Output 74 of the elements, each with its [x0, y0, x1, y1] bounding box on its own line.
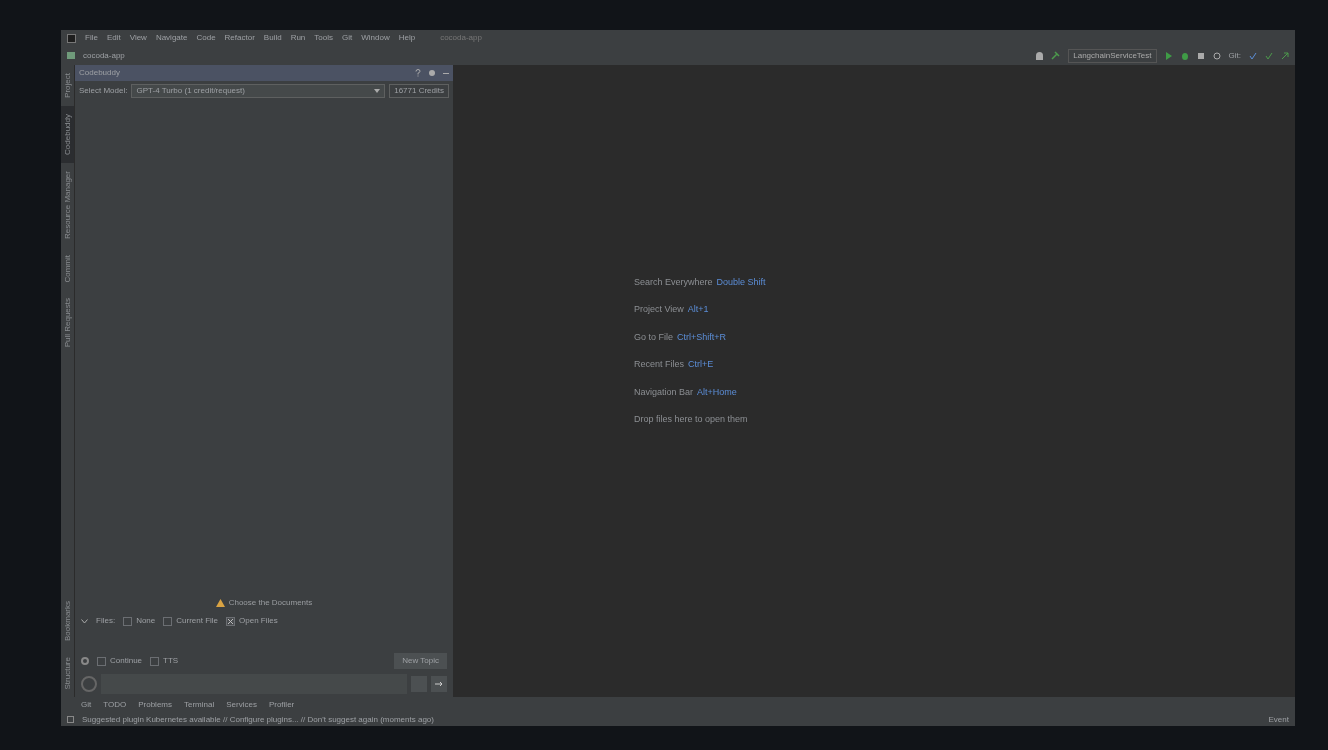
hint-label: Recent Files: [634, 358, 685, 371]
shortcut-text: Double Shift: [716, 275, 766, 289]
tool-window-button[interactable]: Git: [81, 699, 92, 711]
arrow-icon: [435, 681, 443, 687]
tool-window-tab[interactable]: Structure: [61, 648, 74, 697]
run-icon[interactable]: [1164, 51, 1173, 60]
hint-label: Navigation Bar: [634, 385, 694, 399]
breadcrumb[interactable]: cocoda-app: [83, 49, 125, 62]
tool-window-tab[interactable]: Bookmarks: [61, 592, 74, 649]
checkbox[interactable]: [97, 656, 106, 666]
menu-item[interactable]: Navigate: [155, 32, 188, 44]
credits-label: 16771 Credits: [389, 84, 449, 98]
menu-item[interactable]: Edit: [106, 32, 121, 44]
checkbox[interactable]: [163, 616, 173, 626]
status-icon: [67, 716, 74, 723]
shortcut-text: Alt+Home: [697, 385, 737, 399]
tool-window-button[interactable]: Terminal: [184, 699, 215, 711]
menu-item[interactable]: Run: [290, 32, 306, 44]
panel-title: Codebuddy: [79, 67, 121, 79]
tool-window-tab[interactable]: Codebuddy: [61, 105, 74, 163]
checkbox-label: Open Files: [239, 615, 278, 627]
tool-window-tab[interactable]: Commit: [61, 246, 74, 291]
hint-label: Project View: [634, 303, 684, 316]
user-icon[interactable]: [1036, 51, 1044, 60]
checkbox-label: Continue: [110, 655, 143, 667]
menu-item[interactable]: View: [129, 32, 147, 44]
bug-icon[interactable]: [1180, 51, 1189, 60]
menu-item[interactable]: Help: [398, 32, 416, 44]
status-message: Suggested plugin Kubernetes available // Configure plugins... // Don't suggest again (moments ago): [82, 713, 435, 726]
minimize-icon[interactable]: [443, 72, 449, 74]
menu-item[interactable]: File: [85, 32, 98, 44]
checkbox[interactable]: [150, 656, 160, 666]
hint-label: Go to File: [634, 330, 673, 344]
model-dropdown[interactable]: GPT-4 Turbo (1 credit/request): [131, 84, 386, 98]
tool-window-button[interactable]: Problems: [138, 699, 172, 711]
checkbox[interactable]: [123, 616, 133, 626]
warning-icon: [215, 599, 225, 607]
menu-item[interactable]: Git: [342, 32, 353, 44]
hammer-icon[interactable]: [1051, 51, 1061, 60]
hint-label: Drop files here to open them: [634, 413, 748, 426]
chevron-icon[interactable]: [81, 618, 88, 624]
tool-window-tab[interactable]: Project: [61, 65, 74, 106]
shortcut-text: Alt+1: [687, 303, 709, 316]
tool-window-button[interactable]: TODO: [103, 699, 127, 711]
caret-icon: [374, 89, 381, 93]
shortcut-text: Ctrl+Shift+R: [677, 330, 727, 344]
tool-window-button[interactable]: Profiler: [268, 699, 295, 711]
checkbox-label: Current File: [176, 615, 219, 627]
shortcut-text: Ctrl+E: [688, 358, 714, 371]
menu-item[interactable]: Refactor: [224, 32, 255, 44]
new-topic-button[interactable]: New Topic: [394, 653, 447, 669]
send-button[interactable]: [431, 676, 447, 692]
menu-item[interactable]: Code: [196, 32, 216, 44]
tool-window-tab[interactable]: Pull Requests: [61, 290, 74, 356]
help-icon[interactable]: [415, 69, 421, 77]
tool-window-button[interactable]: Services: [226, 699, 257, 711]
vcs-label: Git:: [1228, 49, 1241, 62]
menu-item[interactable]: Build: [263, 32, 282, 44]
menu-item[interactable]: Tools: [314, 32, 333, 44]
field-label: Select Model:: [79, 85, 128, 97]
tool-window-tab[interactable]: Resource Manager: [61, 162, 74, 247]
avatar-icon: [81, 676, 97, 692]
checkbox-label: None: [136, 615, 156, 627]
arrow-icon[interactable]: [1281, 51, 1289, 60]
run-config-dropdown[interactable]: LangchainServiceTest: [1068, 48, 1157, 63]
warning-text: Choose the Documents: [228, 597, 313, 609]
checkbox[interactable]: [226, 616, 236, 626]
hint-label: Search Everywhere: [634, 275, 713, 289]
context-label: Files:: [96, 615, 116, 627]
menu-item[interactable]: Window: [361, 32, 390, 44]
checkbox-label: TTS: [163, 655, 179, 667]
folder-icon: [67, 52, 75, 59]
event-log-button[interactable]: Event: [1268, 713, 1289, 726]
app-logo-icon: [67, 33, 76, 43]
